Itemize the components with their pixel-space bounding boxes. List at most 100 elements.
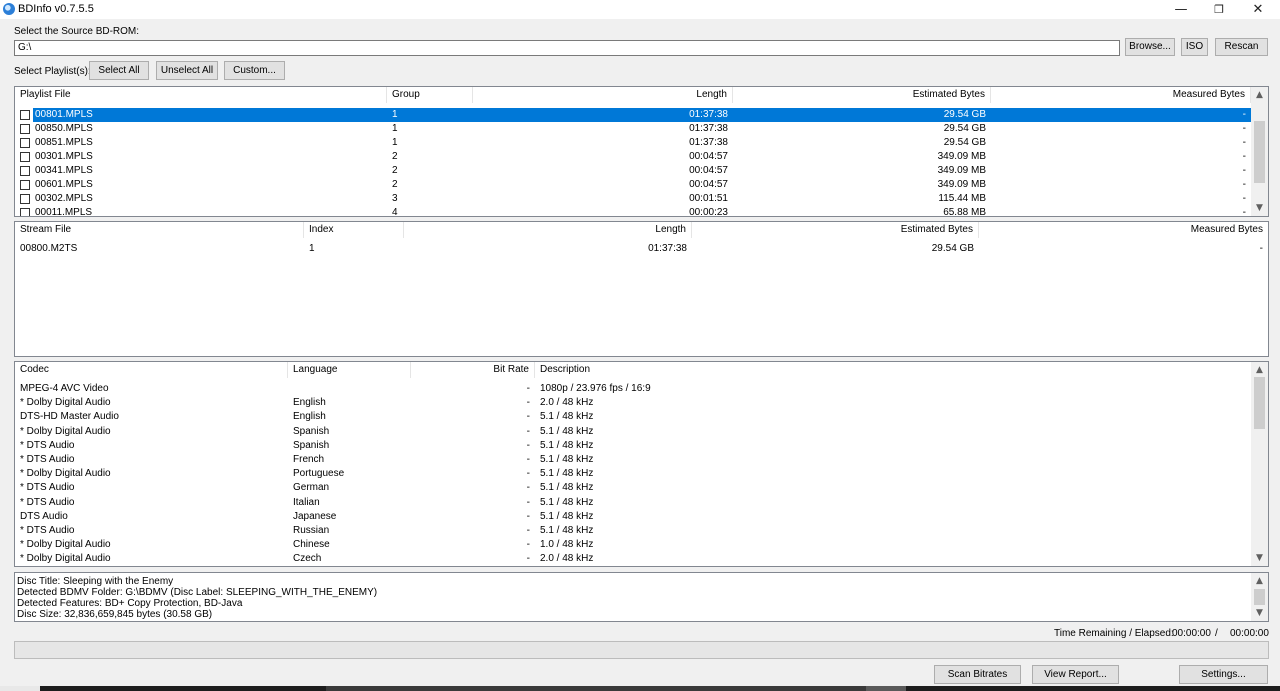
- col-playlist-file[interactable]: Playlist File: [15, 87, 387, 103]
- codec-name: * DTS Audio: [20, 482, 75, 494]
- col-stream-estimated-bytes[interactable]: Estimated Bytes: [692, 222, 979, 238]
- scroll-down-icon[interactable]: ▼: [1251, 550, 1268, 566]
- codec-name: DTS-HD Master Audio: [20, 411, 119, 423]
- playlist-measured-bytes: -: [1242, 137, 1246, 148]
- codec-language: Russian: [293, 525, 330, 536]
- codec-bit-rate: -: [526, 525, 530, 536]
- scroll-up-icon[interactable]: ▲: [1251, 87, 1268, 103]
- playlist-estimated-bytes: 349.09 MB: [937, 165, 986, 176]
- codec-row[interactable]: * DTS Audio German -5.1 / 48 kHz: [15, 481, 1251, 495]
- playlist-row[interactable]: 00601.MPLS 2 00:04:57 349.09 MB -: [15, 178, 1251, 192]
- custom-button[interactable]: Custom...: [224, 61, 285, 80]
- playlist-group: 1: [392, 137, 398, 148]
- playlist-row[interactable]: 00801.MPLS 1 01:37:38 29.54 GB -: [15, 108, 1251, 122]
- col-description[interactable]: Description: [535, 362, 835, 378]
- codec-row[interactable]: * DTS Audio Italian -5.1 / 48 kHz: [15, 496, 1251, 510]
- window-title: BDInfo v0.7.5.5: [18, 3, 94, 15]
- scroll-thumb[interactable]: [1254, 377, 1265, 429]
- codec-name: * DTS Audio: [20, 454, 75, 465]
- playlist-scrollbar[interactable]: ▲ ▼: [1251, 87, 1268, 216]
- codec-scrollbar[interactable]: ▲ ▼: [1251, 362, 1268, 566]
- playlist-row[interactable]: 00301.MPLS 2 00:04:57 349.09 MB -: [15, 150, 1251, 164]
- scroll-down-icon[interactable]: ▼: [1251, 200, 1268, 216]
- codec-row[interactable]: * DTS Audio French -5.1 / 48 kHz: [15, 453, 1251, 467]
- playlist-row[interactable]: 00851.MPLS 1 01:37:38 29.54 GB -: [15, 136, 1251, 150]
- unselect-all-button[interactable]: Unselect All: [156, 61, 218, 80]
- restore-icon[interactable]: ❐: [1200, 0, 1238, 19]
- col-index[interactable]: Index: [304, 222, 404, 238]
- playlist-row[interactable]: 00341.MPLS 2 00:04:57 349.09 MB -: [15, 164, 1251, 178]
- iso-button[interactable]: ISO: [1181, 38, 1208, 56]
- playlist-checkbox[interactable]: [20, 152, 30, 162]
- scroll-thumb[interactable]: [1254, 121, 1265, 183]
- playlist-estimated-bytes: 349.09 MB: [937, 151, 986, 162]
- playlist-estimated-bytes: 115.44 MB: [938, 193, 986, 204]
- col-length[interactable]: Length: [473, 87, 733, 103]
- codec-row[interactable]: * Dolby Digital Audio Spanish -5.1 / 48 kH…: [15, 425, 1251, 439]
- close-icon[interactable]: ✕: [1239, 0, 1277, 19]
- codec-description: 1.0 / 48 kHz: [540, 539, 594, 551]
- codec-name: * Dolby Digital Audio: [20, 553, 111, 565]
- codec-row[interactable]: * Dolby Digital Audio English -2.0 / 48 kH…: [15, 396, 1251, 410]
- codec-row[interactable]: * Dolby Digital Audio Czech -2.0 / 48 kHz: [15, 552, 1251, 566]
- codec-description: 5.1 / 48 kHz: [540, 482, 594, 494]
- playlist-measured-bytes: -: [1242, 123, 1246, 134]
- codec-row[interactable]: DTS Audio Japanese -5.1 / 48 kHz: [15, 510, 1251, 524]
- stream-table[interactable]: Stream File Index Length Estimated Bytes…: [14, 221, 1269, 357]
- codec-description: 2.0 / 48 kHz: [540, 397, 594, 409]
- scroll-up-icon[interactable]: ▲: [1251, 573, 1268, 589]
- col-group[interactable]: Group: [387, 87, 473, 103]
- minimize-icon[interactable]: —: [1162, 0, 1200, 19]
- scroll-thumb[interactable]: [1254, 589, 1265, 605]
- browse-button[interactable]: Browse...: [1125, 38, 1175, 56]
- codec-name: * DTS Audio: [20, 496, 75, 508]
- codec-bit-rate: -: [526, 468, 530, 480]
- codec-row[interactable]: * DTS Audio Russian -5.1 / 48 kHz: [15, 524, 1251, 538]
- codec-table[interactable]: Codec Language Bit Rate Description MPEG…: [14, 361, 1269, 567]
- select-all-button[interactable]: Select All: [89, 61, 149, 80]
- col-codec[interactable]: Codec: [15, 362, 288, 378]
- select-playlists-label: Select Playlist(s):: [14, 66, 91, 77]
- playlist-checkbox[interactable]: [20, 166, 30, 176]
- codec-bit-rate: -: [526, 553, 530, 565]
- rescan-button[interactable]: Rescan: [1215, 38, 1268, 56]
- playlist-checkbox[interactable]: [20, 194, 30, 204]
- codec-row[interactable]: DTS-HD Master Audio English -5.1 / 48 kHz: [15, 410, 1251, 424]
- stream-file: 00800.M2TS: [20, 243, 78, 254]
- playlist-row[interactable]: 00850.MPLS 1 01:37:38 29.54 GB -: [15, 122, 1251, 136]
- col-stream-measured-bytes[interactable]: Measured Bytes: [979, 222, 1268, 238]
- summary-scrollbar[interactable]: ▲ ▼: [1251, 573, 1268, 621]
- disc-summary[interactable]: Disc Title: Sleeping with the Enemy Dete…: [14, 572, 1269, 622]
- source-path-input[interactable]: G:\: [14, 40, 1120, 56]
- playlist-file: 00011.MPLS: [35, 207, 93, 217]
- time-remaining: 00:00:00: [1172, 628, 1211, 639]
- stream-row[interactable]: 00800.M2TS 1 01:37:38 29.54 GB -: [15, 242, 1268, 256]
- scan-bitrates-button[interactable]: Scan Bitrates: [934, 665, 1021, 684]
- playlist-table[interactable]: Playlist File Group Length Estimated Byt…: [14, 86, 1269, 217]
- playlist-checkbox[interactable]: [20, 138, 30, 148]
- codec-row[interactable]: * DTS Audio Spanish -5.1 / 48 kHz: [15, 439, 1251, 453]
- playlist-row[interactable]: 00302.MPLS 3 00:01:51 115.44 MB -: [15, 192, 1251, 206]
- col-stream-file[interactable]: Stream File: [15, 222, 304, 238]
- view-report-button[interactable]: View Report...: [1032, 665, 1119, 684]
- codec-language: [288, 382, 411, 396]
- playlist-checkbox[interactable]: [20, 124, 30, 134]
- codec-row[interactable]: MPEG-4 AVC Video -1080p / 23.976 fps / 16…: [15, 382, 1251, 396]
- playlist-length: 00:04:57: [689, 179, 728, 190]
- codec-row[interactable]: * Dolby Digital Audio Portuguese -5.1 / 48…: [15, 467, 1251, 481]
- col-measured-bytes[interactable]: Measured Bytes: [991, 87, 1251, 103]
- playlist-checkbox[interactable]: [20, 110, 30, 120]
- playlist-row[interactable]: 00011.MPLS 4 00:00:23 65.88 MB -: [15, 206, 1251, 217]
- col-language[interactable]: Language: [288, 362, 411, 378]
- col-estimated-bytes[interactable]: Estimated Bytes: [733, 87, 991, 103]
- col-bit-rate[interactable]: Bit Rate: [411, 362, 535, 378]
- codec-name: * Dolby Digital Audio: [20, 397, 111, 409]
- summary-disc-size: Disc Size: 32,836,659,845 bytes (30.58 G…: [17, 609, 213, 620]
- col-stream-length[interactable]: Length: [404, 222, 692, 238]
- settings-button[interactable]: Settings...: [1179, 665, 1268, 684]
- playlist-checkbox[interactable]: [20, 180, 30, 190]
- codec-row[interactable]: * Dolby Digital Audio Chinese -1.0 / 48 kH…: [15, 538, 1251, 552]
- scroll-down-icon[interactable]: ▼: [1251, 605, 1268, 621]
- scroll-up-icon[interactable]: ▲: [1251, 362, 1268, 378]
- playlist-checkbox[interactable]: [20, 208, 30, 216]
